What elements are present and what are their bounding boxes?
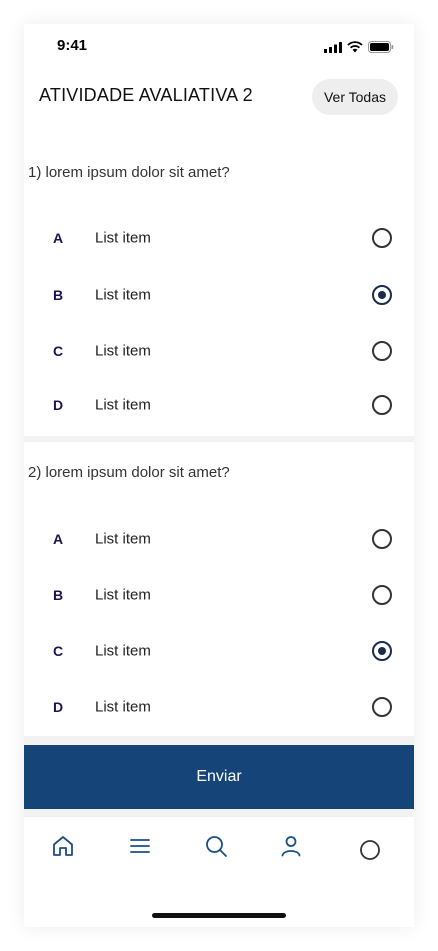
option-row-b[interactable]: B List item — [24, 267, 414, 323]
tab-bar — [24, 817, 414, 927]
option-letter: C — [53, 343, 64, 359]
radio-button[interactable] — [372, 529, 392, 549]
option-label: List item — [95, 586, 151, 604]
option-letter: D — [53, 397, 64, 413]
option-row-a[interactable]: A List item — [24, 511, 414, 567]
question-card-2: 2) lorem ipsum dolor sit amet? A List it… — [24, 442, 414, 736]
option-label: List item — [95, 642, 151, 660]
option-label: List item — [95, 286, 151, 304]
option-letter: A — [53, 531, 64, 547]
menu-icon — [128, 834, 152, 863]
circle-icon — [358, 838, 382, 867]
search-icon — [204, 834, 228, 863]
question-card-1: 1) lorem ipsum dolor sit amet? A List it… — [24, 142, 414, 436]
radio-button-selected[interactable] — [372, 285, 392, 305]
radio-button-selected[interactable] — [372, 641, 392, 661]
status-icons — [324, 40, 394, 58]
tab-other[interactable] — [355, 837, 385, 867]
radio-button[interactable] — [372, 395, 392, 415]
page-header: ATIVIDADE AVALIATIVA 2 Ver Todas — [24, 68, 414, 142]
option-label: List item — [95, 396, 151, 414]
option-letter: B — [53, 587, 64, 603]
option-letter: A — [53, 230, 64, 246]
option-label: List item — [95, 530, 151, 548]
option-row-a[interactable]: A List item — [24, 210, 414, 266]
radio-button[interactable] — [372, 697, 392, 717]
option-label: List item — [95, 698, 151, 716]
question-text: 1) lorem ipsum dolor sit amet? — [28, 164, 230, 181]
option-row-c[interactable]: C List item — [24, 623, 414, 679]
option-letter: B — [53, 287, 64, 303]
option-letter: D — [53, 699, 64, 715]
profile-icon — [279, 834, 303, 863]
cellular-signal-icon — [324, 40, 342, 58]
tab-home[interactable] — [48, 833, 78, 863]
status-time: 9:41 — [57, 37, 88, 54]
option-label: List item — [95, 229, 151, 247]
option-row-c[interactable]: C List item — [24, 323, 414, 379]
option-letter: C — [53, 643, 64, 659]
option-label: List item — [95, 342, 151, 360]
battery-icon — [368, 40, 394, 58]
wifi-icon — [347, 40, 363, 58]
see-all-button[interactable]: Ver Todas — [311, 79, 398, 115]
home-indicator — [152, 913, 286, 918]
radio-button[interactable] — [372, 228, 392, 248]
status-bar: 9:41 — [24, 24, 414, 68]
option-row-b[interactable]: B List item — [24, 567, 414, 623]
home-icon — [51, 834, 75, 863]
option-row-d[interactable]: D List item — [24, 377, 414, 433]
submit-button[interactable]: Enviar — [24, 745, 414, 809]
radio-button[interactable] — [372, 585, 392, 605]
tab-search[interactable] — [201, 833, 231, 863]
page-title: ATIVIDADE AVALIATIVA 2 — [39, 85, 253, 105]
question-text: 2) lorem ipsum dolor sit amet? — [28, 464, 230, 481]
phone-screen: 9:41 ATIVIDADE AVALIATIVA 2 Ver Todas 1)… — [24, 24, 414, 927]
tab-profile[interactable] — [276, 833, 306, 863]
tab-menu[interactable] — [125, 833, 155, 863]
radio-button[interactable] — [372, 341, 392, 361]
option-row-d[interactable]: D List item — [24, 679, 414, 735]
